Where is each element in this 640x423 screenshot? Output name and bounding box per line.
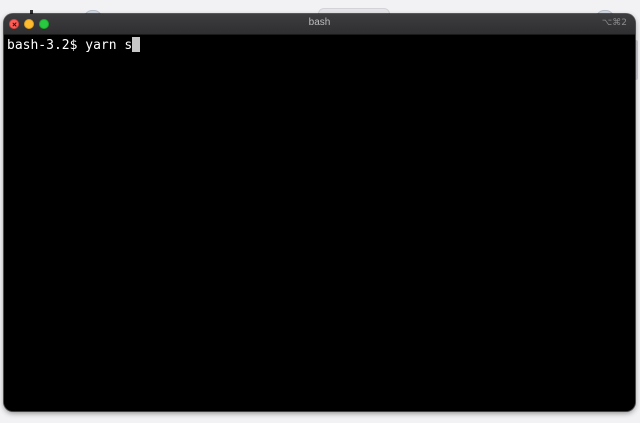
terminal-content[interactable]: bash-3.2$ yarn s	[4, 35, 635, 411]
terminal-window: bash ⌥⌘2 bash-3.2$ yarn s	[4, 14, 635, 411]
title-bar[interactable]: bash ⌥⌘2	[4, 14, 635, 35]
text-cursor-icon	[132, 37, 141, 52]
desktop-background: bash ⌥⌘2 bash-3.2$ yarn s	[0, 0, 640, 423]
terminal-line: bash-3.2$ yarn s	[7, 37, 632, 54]
typed-command: yarn s	[85, 38, 133, 53]
window-title: bash	[308, 17, 331, 28]
window-shortcut-label: ⌥⌘2	[601, 18, 627, 28]
shell-prompt: bash-3.2$	[7, 38, 78, 53]
